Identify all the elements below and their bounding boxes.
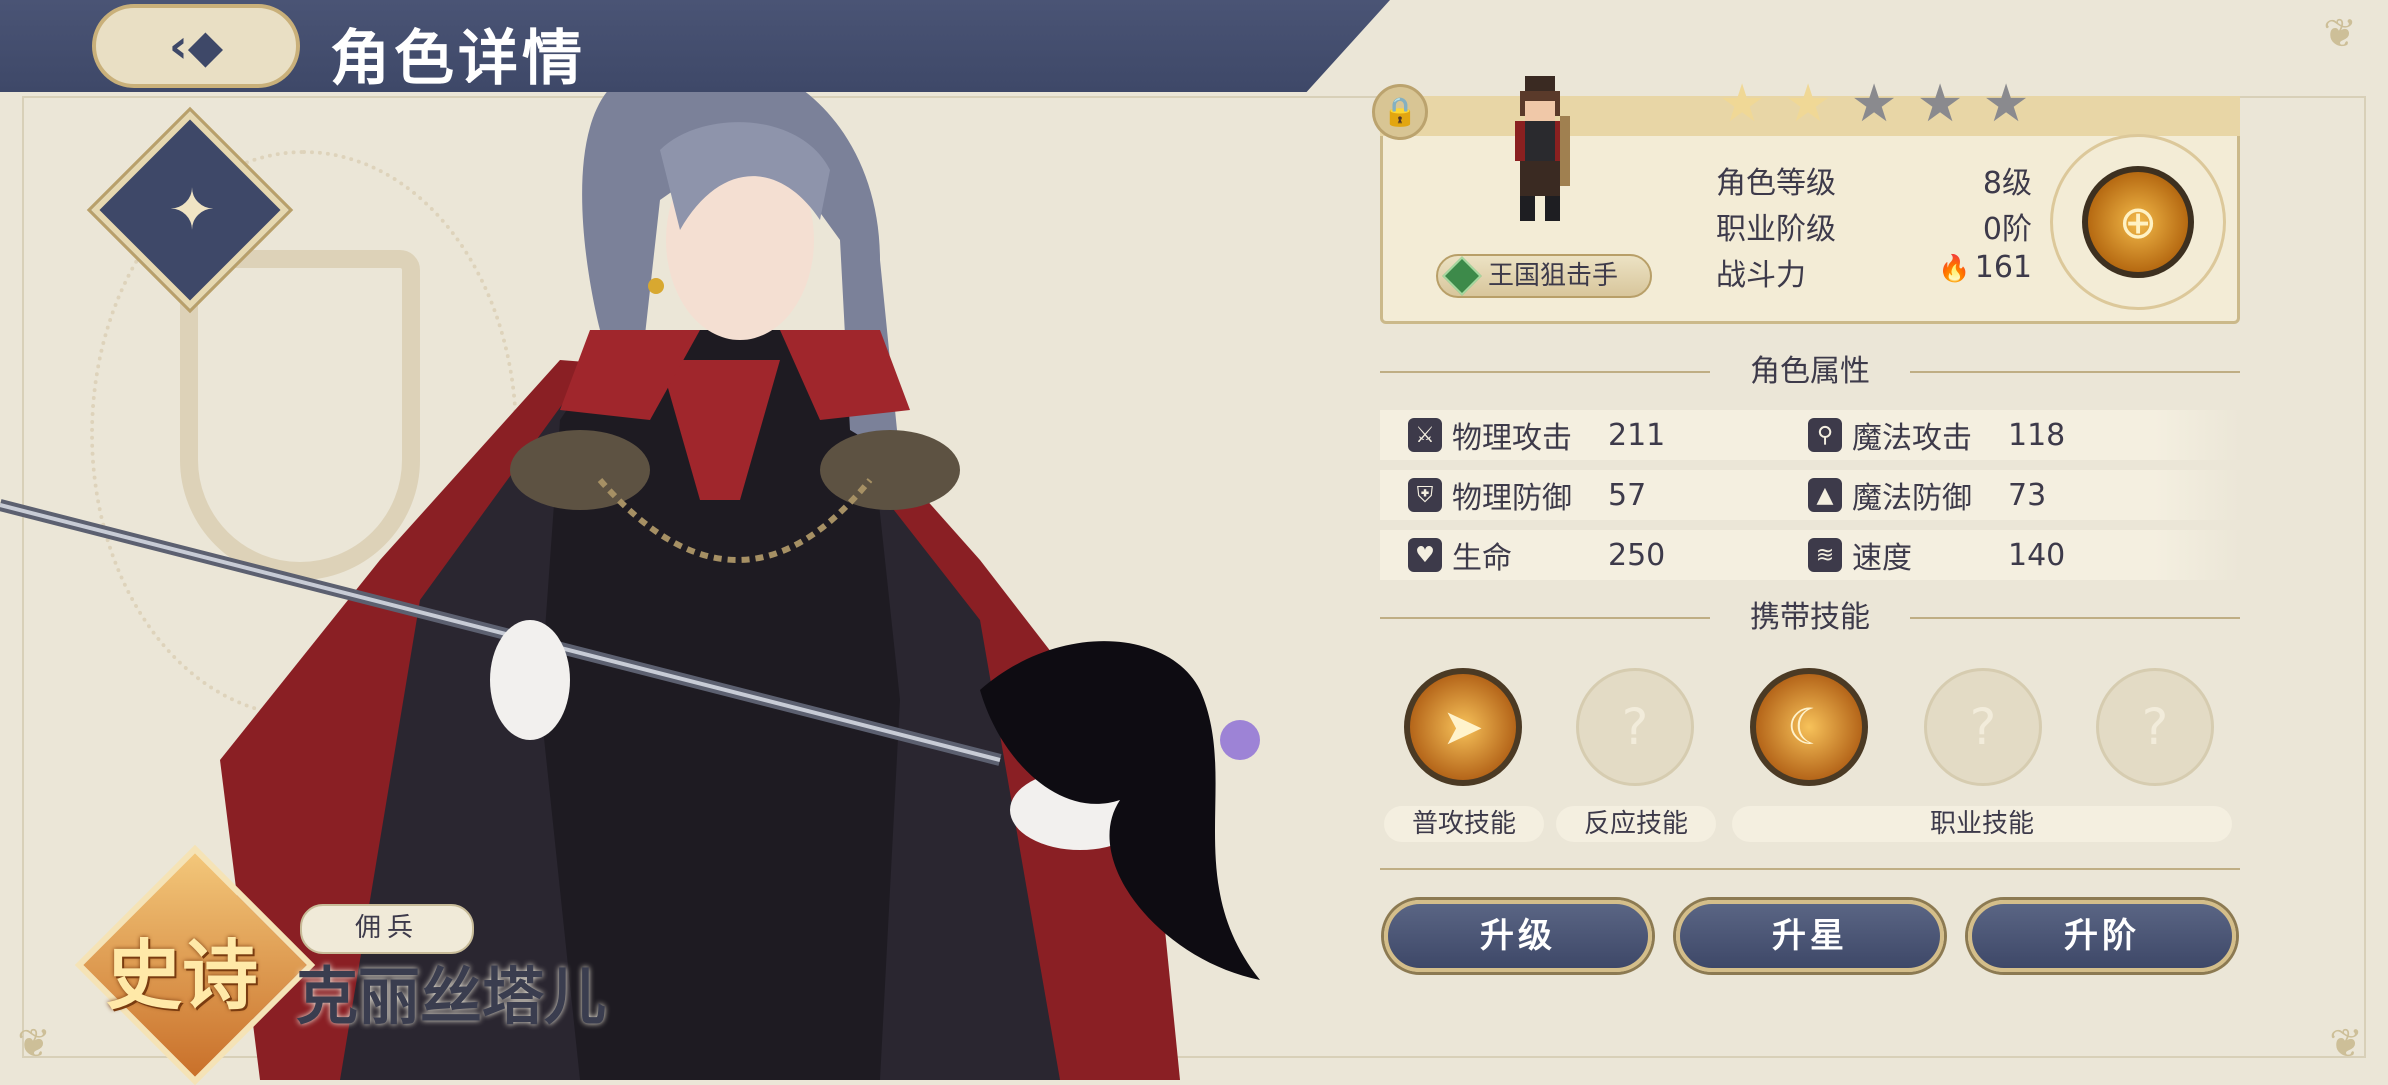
divider bbox=[1910, 617, 2240, 619]
attribute-row: ⚔ 物理攻击 211 ⚲ 魔法攻击 118 bbox=[1380, 410, 2240, 460]
corner-ornament-icon: ❦ bbox=[2329, 1021, 2363, 1067]
attribute-label: 物理攻击 bbox=[1452, 421, 1572, 456]
rank-up-button[interactable]: 升阶 bbox=[1968, 900, 2236, 972]
job-skill-slot-2[interactable]: ? bbox=[1924, 668, 2042, 786]
reaction-skill-label: 反应技能 bbox=[1556, 806, 1716, 842]
divider bbox=[1380, 617, 1710, 619]
class-tag[interactable]: 王国狙击手 bbox=[1436, 254, 1652, 298]
attribute-speed: ≋ 速度 140 bbox=[1808, 530, 2065, 580]
attribute-value: 57 bbox=[1608, 478, 1647, 513]
empty-skill-icon: ? bbox=[1621, 698, 1649, 756]
shield-icon: ⛨ bbox=[1408, 478, 1442, 512]
wizard-hat-icon: ▲ bbox=[1808, 478, 1842, 512]
divider bbox=[1910, 371, 2240, 373]
star-filled-icon: ★ bbox=[1718, 74, 1766, 134]
divider bbox=[1380, 371, 1710, 373]
pixel-avatar bbox=[1515, 76, 1570, 221]
star-up-button[interactable]: 升星 bbox=[1676, 900, 1944, 972]
power-label: 战斗力 bbox=[1716, 258, 1806, 293]
star-empty-icon: ★ bbox=[1982, 74, 2030, 134]
wing-icon: ≋ bbox=[1808, 538, 1842, 572]
divider bbox=[1380, 868, 2240, 870]
arrow-shot-icon: ➤ bbox=[1442, 698, 1484, 756]
attribute-row: ⛨ 物理防御 57 ▲ 魔法防御 73 bbox=[1380, 470, 2240, 520]
crescent-slash-icon: ☾ bbox=[1786, 698, 1832, 756]
job-skill-1[interactable]: ☾ bbox=[1750, 668, 1868, 786]
empty-skill-icon: ? bbox=[1969, 698, 1997, 756]
chevron-left-icon: ‹◆ bbox=[168, 19, 224, 73]
character-name: 克丽丝塔儿 bbox=[296, 960, 607, 1033]
class-gem-icon bbox=[1442, 256, 1482, 296]
heart-icon: ♥ bbox=[1408, 538, 1442, 572]
attribute-label: 速度 bbox=[1852, 541, 1912, 576]
attributes-header: 角色属性 bbox=[1380, 352, 2240, 392]
attribute-hp: ♥ 生命 250 bbox=[1408, 530, 1665, 580]
skills-title: 携带技能 bbox=[1750, 600, 1870, 635]
job-rank-label: 职业阶级 bbox=[1716, 212, 1836, 247]
job-rank-value: 0阶 bbox=[1982, 212, 2032, 247]
attribute-label: 魔法攻击 bbox=[1852, 421, 1972, 456]
lock-icon[interactable]: 🔒 bbox=[1372, 84, 1428, 140]
attribute-value: 73 bbox=[2008, 478, 2047, 513]
attribute-value: 211 bbox=[1608, 418, 1666, 453]
corner-ornament-icon: ❦ bbox=[2323, 11, 2357, 57]
attribute-value: 118 bbox=[2008, 418, 2066, 453]
job-skill-slot-3[interactable]: ? bbox=[2096, 668, 2214, 786]
bow-crossbow-icon: ✦ bbox=[168, 177, 216, 243]
attributes-title: 角色属性 bbox=[1750, 354, 1870, 389]
job-skill-label: 职业技能 bbox=[1732, 806, 2232, 842]
power-value: 161 bbox=[1974, 250, 2032, 285]
attribute-physical-attack: ⚔ 物理攻击 211 bbox=[1408, 410, 1665, 460]
power-value-wrap: 🔥 161 bbox=[1912, 250, 2032, 285]
attribute-value: 250 bbox=[1608, 538, 1666, 573]
normal-skill-label: 普攻技能 bbox=[1384, 806, 1544, 842]
empty-skill-icon: ? bbox=[2141, 698, 2169, 756]
back-button[interactable]: ‹◆ bbox=[92, 4, 300, 88]
class-name: 王国狙击手 bbox=[1488, 261, 1619, 291]
magic-key-icon: ⚲ bbox=[1808, 418, 1842, 452]
rarity-label: 史诗 bbox=[106, 931, 258, 1020]
class-emblem-icon[interactable]: ⊕ bbox=[2082, 166, 2194, 278]
level-value: 8级 bbox=[1982, 166, 2032, 201]
page-title: 角色详情 bbox=[330, 24, 586, 94]
reaction-skill-slot[interactable]: ? bbox=[1576, 668, 1694, 786]
star-empty-icon: ★ bbox=[1916, 74, 1964, 134]
attribute-label: 物理防御 bbox=[1452, 481, 1572, 516]
level-label: 角色等级 bbox=[1716, 166, 1836, 201]
attribute-label: 魔法防御 bbox=[1852, 481, 1972, 516]
level-up-button[interactable]: 升级 bbox=[1384, 900, 1652, 972]
attribute-row: ♥ 生命 250 ≋ 速度 140 bbox=[1380, 530, 2240, 580]
attribute-label: 生命 bbox=[1452, 541, 1512, 576]
attribute-magic-attack: ⚲ 魔法攻击 118 bbox=[1808, 410, 2065, 460]
normal-attack-skill[interactable]: ➤ bbox=[1404, 668, 1522, 786]
skills-header: 携带技能 bbox=[1380, 598, 2240, 638]
star-empty-icon: ★ bbox=[1850, 74, 1898, 134]
attribute-physical-defense: ⛨ 物理防御 57 bbox=[1408, 470, 1646, 520]
flame-icon: 🔥 bbox=[1938, 254, 1971, 284]
attribute-magic-defense: ▲ 魔法防御 73 bbox=[1808, 470, 2046, 520]
star-filled-icon: ★ bbox=[1784, 74, 1832, 134]
sword-icon: ⚔ bbox=[1408, 418, 1442, 452]
star-rating: ★ ★ ★ ★ ★ bbox=[1716, 78, 2032, 130]
attribute-value: 140 bbox=[2008, 538, 2066, 573]
